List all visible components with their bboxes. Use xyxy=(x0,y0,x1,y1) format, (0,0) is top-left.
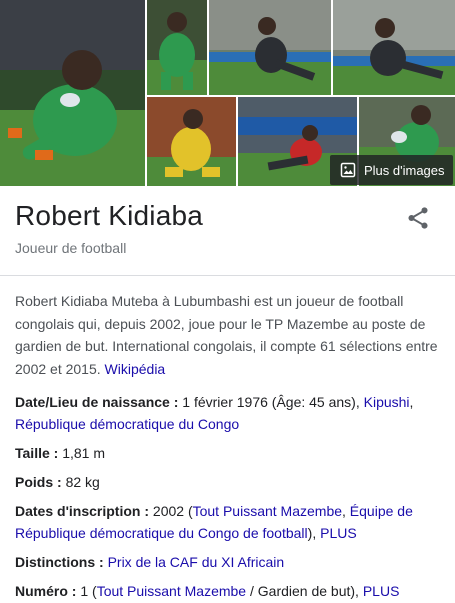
share-icon xyxy=(408,207,428,229)
photo-3[interactable] xyxy=(209,0,331,95)
fact-teams: Dates d'inscription : 2002 (Tout Puissan… xyxy=(15,500,445,544)
fact-number-value: 1 ( xyxy=(80,583,97,599)
divider xyxy=(0,275,455,276)
fact-teams-close: ), xyxy=(307,525,317,541)
photo-2[interactable] xyxy=(147,0,207,95)
photo-4[interactable] xyxy=(333,0,455,95)
fact-number: Numéro : 1 (Tout Puissant Mazembe / Gard… xyxy=(15,580,445,602)
fact-awards-label: Distinctions : xyxy=(15,554,104,570)
fact-teams-value: 2002 ( xyxy=(152,503,193,519)
description-text: Robert Kidiaba Muteba à Lubumbashi est u… xyxy=(15,293,438,377)
teams-more-link[interactable]: PLUS xyxy=(320,525,357,541)
entity-title: Robert Kidiaba xyxy=(15,200,204,231)
fact-birth-label: Date/Lieu de naissance : xyxy=(15,394,179,410)
description: Robert Kidiaba Muteba à Lubumbashi est u… xyxy=(15,290,445,380)
link-rdc[interactable]: République démocratique du Congo xyxy=(15,416,239,432)
entity-subtitle: Joueur de football xyxy=(15,240,127,256)
fact-birth-value: 1 février 1976 (Âge: 45 ans), xyxy=(182,394,360,410)
wikipedia-link[interactable]: Wikipédia xyxy=(105,361,166,377)
link-tp-mazembe-2[interactable]: Tout Puissant Mazembe xyxy=(97,583,246,599)
fact-number-label: Numéro : xyxy=(15,583,77,599)
more-images-button[interactable]: Plus d'images xyxy=(330,155,453,185)
fact-teams-sep: , xyxy=(342,503,346,519)
fact-birth: Date/Lieu de naissance : 1 février 1976 … xyxy=(15,391,445,435)
fact-weight-label: Poids : xyxy=(15,474,62,490)
link-caf-award[interactable]: Prix de la CAF du XI Africain xyxy=(108,554,285,570)
fact-height-value: 1,81 m xyxy=(62,445,106,461)
fact-height: Taille : 1,81 m xyxy=(15,442,445,464)
fact-weight-value: 82 kg xyxy=(65,474,100,490)
number-more-link[interactable]: PLUS xyxy=(363,583,400,599)
image-gallery: Plus d'images xyxy=(0,0,455,187)
photo-main[interactable] xyxy=(0,0,145,186)
link-kipushi[interactable]: Kipushi xyxy=(364,394,410,410)
link-tp-mazembe[interactable]: Tout Puissant Mazembe xyxy=(193,503,342,519)
more-images-label: Plus d'images xyxy=(364,162,445,178)
fact-awards: Distinctions : Prix de la CAF du XI Afri… xyxy=(15,551,445,573)
fact-number-mid: / Gardien de but), xyxy=(249,583,359,599)
fact-height-label: Taille : xyxy=(15,445,59,461)
image-icon xyxy=(340,162,356,178)
photo-5[interactable] xyxy=(147,97,236,186)
fact-weight: Poids : 82 kg xyxy=(15,471,445,493)
fact-birth-sep: , xyxy=(409,394,414,410)
share-button[interactable] xyxy=(405,205,431,231)
fact-teams-label: Dates d'inscription : xyxy=(15,503,150,519)
